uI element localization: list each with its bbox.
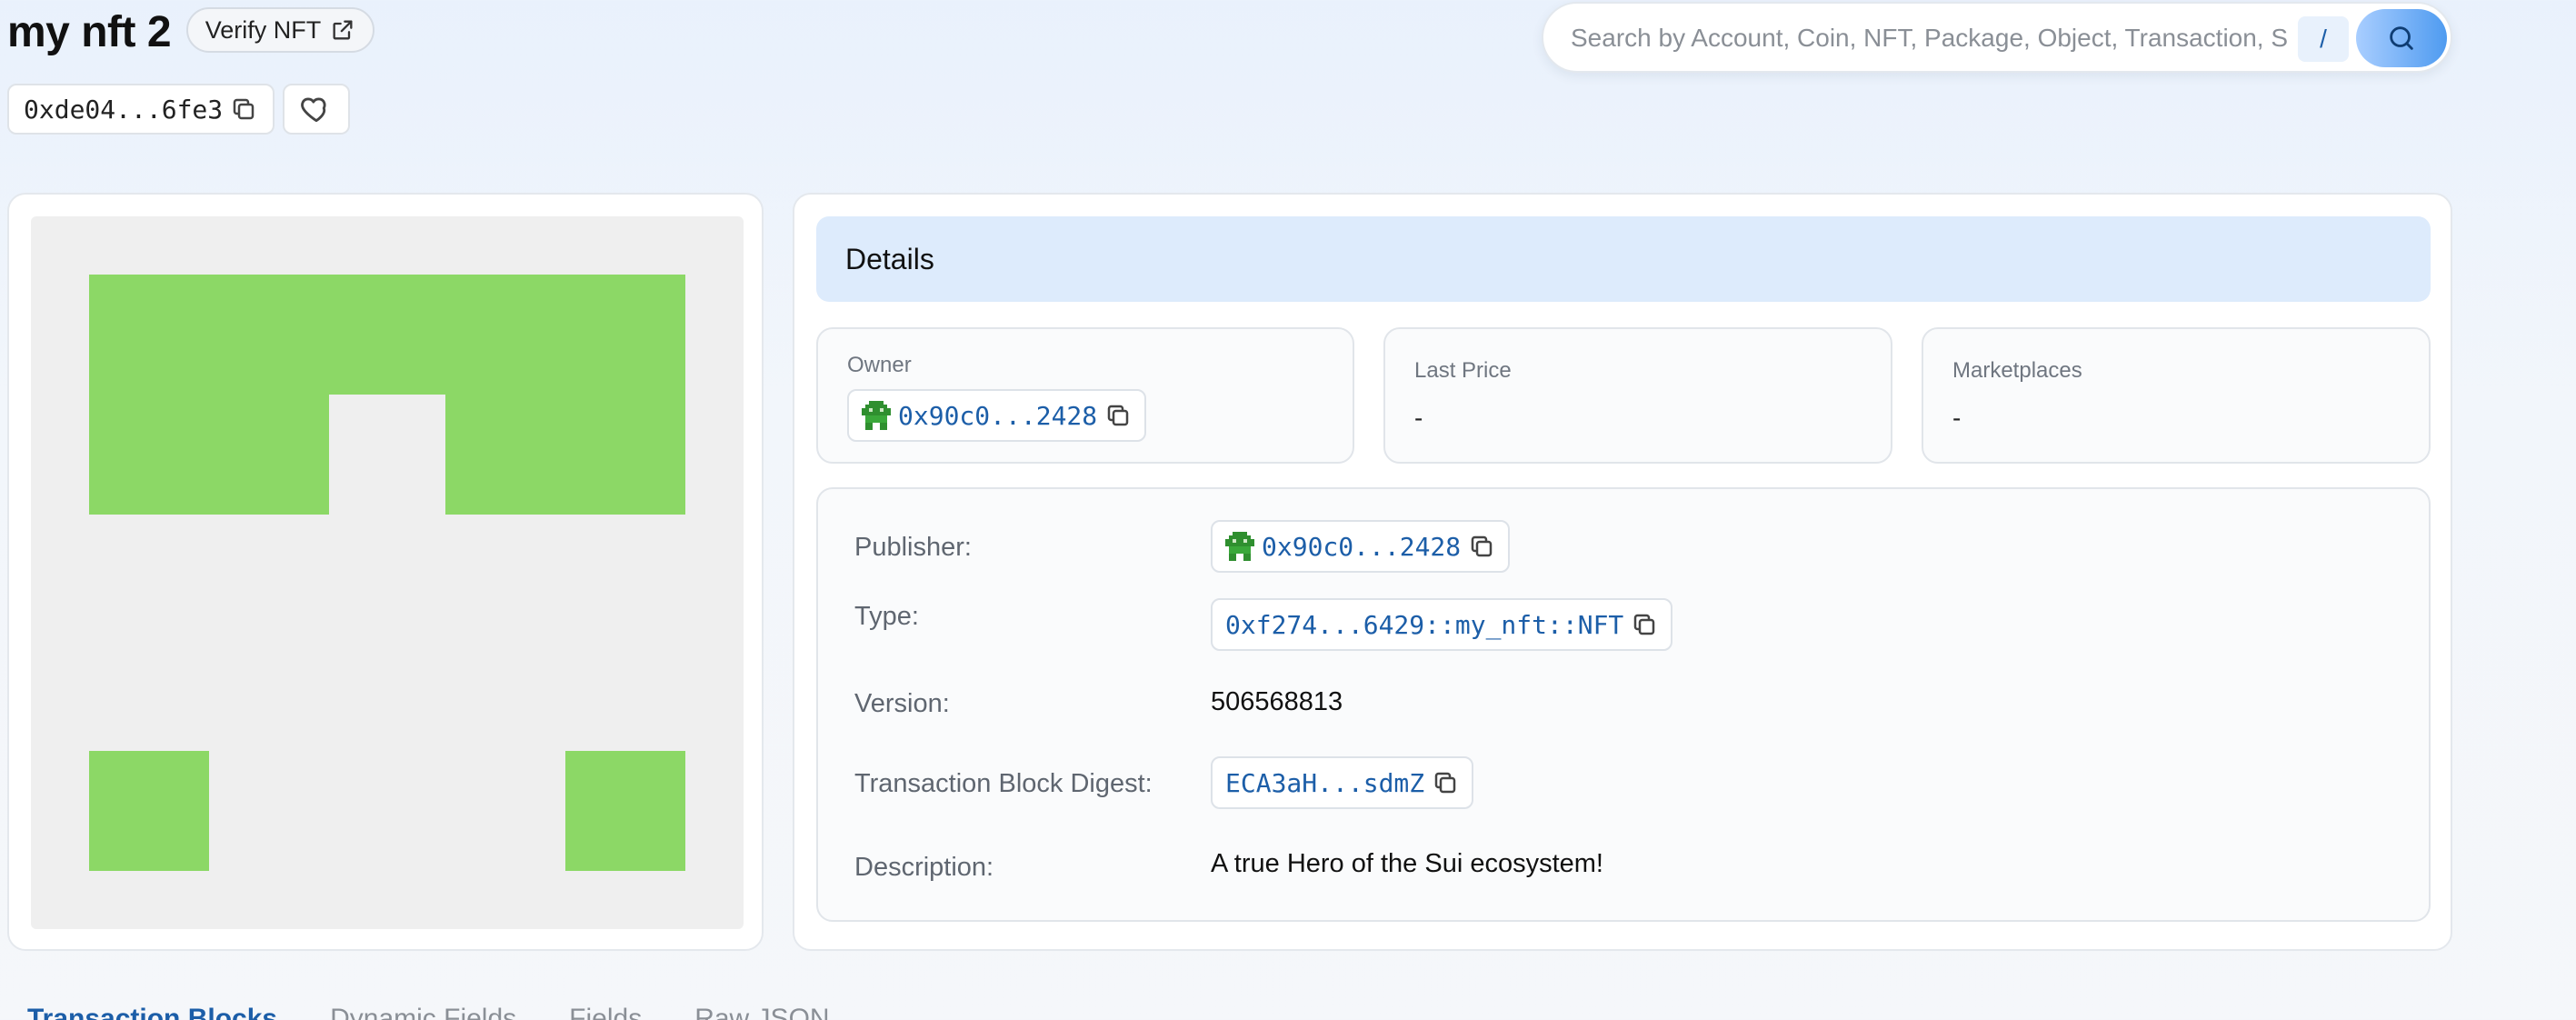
search-shortcut-key: / bbox=[2298, 16, 2349, 62]
copy-icon[interactable] bbox=[230, 95, 257, 123]
verify-nft-label: Verify NFT bbox=[205, 15, 322, 44]
owner-address-chip[interactable]: 0x90c0...2428 bbox=[847, 389, 1147, 442]
description-value: A true Hero of the Sui ecosystem! bbox=[1211, 849, 1603, 878]
object-tabs: Transaction Blocks Dynamic Fields Fields… bbox=[27, 1004, 830, 1020]
search-button[interactable] bbox=[2356, 9, 2447, 67]
nft-pixel-block bbox=[565, 751, 685, 871]
nft-image-card bbox=[7, 193, 764, 951]
tab-fields[interactable]: Fields bbox=[569, 1004, 642, 1020]
search-input[interactable] bbox=[1571, 20, 2289, 56]
external-link-icon bbox=[333, 20, 353, 40]
nft-pixel-block bbox=[89, 275, 685, 395]
type-chip[interactable]: 0xf274...6429::my_nft::NFT bbox=[1211, 598, 1673, 651]
digest-value: ECA3aH...sdmZ bbox=[1225, 767, 1425, 798]
last-price-label: Last Price bbox=[1414, 358, 1512, 383]
verify-nft-button[interactable]: Verify NFT bbox=[186, 7, 374, 53]
owner-label: Owner bbox=[847, 353, 912, 377]
copy-icon[interactable] bbox=[1432, 769, 1459, 796]
publisher-address: 0x90c0...2428 bbox=[1262, 531, 1462, 562]
version-value: 506568813 bbox=[1211, 687, 1343, 716]
marketplaces-value: - bbox=[1952, 404, 1962, 432]
description-label: Description: bbox=[854, 853, 994, 882]
copy-icon[interactable] bbox=[1468, 533, 1495, 560]
object-address-chip[interactable]: 0xde04...6fe3 bbox=[7, 84, 275, 135]
avatar-icon bbox=[862, 401, 891, 430]
tab-transaction-blocks[interactable]: Transaction Blocks bbox=[27, 1004, 277, 1020]
marketplaces-box: Marketplaces - bbox=[1922, 327, 2431, 464]
type-value: 0xf274...6429::my_nft::NFT bbox=[1225, 609, 1624, 640]
object-info-box: Publisher: 0x90c0...2428 Type: 0xf274...… bbox=[816, 487, 2431, 922]
favorite-button[interactable] bbox=[283, 84, 350, 135]
copy-icon[interactable] bbox=[1631, 611, 1658, 638]
last-price-box: Last Price - bbox=[1383, 327, 1892, 464]
details-card: Details Owner 0x90c0...2428 Last Price -… bbox=[793, 193, 2452, 951]
nft-pixel-block bbox=[445, 395, 685, 515]
page-title: my nft 2 bbox=[7, 8, 172, 56]
nft-image[interactable] bbox=[31, 216, 744, 929]
search-icon bbox=[2390, 26, 2413, 50]
version-label: Version: bbox=[854, 689, 950, 718]
tab-raw-json[interactable]: Raw JSON bbox=[694, 1004, 829, 1020]
search-bar: / bbox=[1542, 2, 2452, 73]
tab-dynamic-fields[interactable]: Dynamic Fields bbox=[330, 1004, 516, 1020]
digest-label: Transaction Block Digest: bbox=[854, 769, 1153, 798]
publisher-address-chip[interactable]: 0x90c0...2428 bbox=[1211, 520, 1511, 573]
owner-box: Owner 0x90c0...2428 bbox=[816, 327, 1354, 464]
marketplaces-label: Marketplaces bbox=[1952, 358, 2082, 383]
owner-address: 0x90c0...2428 bbox=[898, 400, 1098, 431]
last-price-value: - bbox=[1414, 404, 1423, 432]
heart-icon bbox=[301, 97, 326, 123]
type-label: Type: bbox=[854, 602, 919, 631]
details-heading: Details bbox=[816, 216, 2431, 302]
copy-icon[interactable] bbox=[1104, 402, 1132, 429]
digest-chip[interactable]: ECA3aH...sdmZ bbox=[1211, 756, 1474, 809]
publisher-label: Publisher: bbox=[854, 533, 972, 562]
nft-pixel-block bbox=[89, 395, 329, 515]
avatar-icon bbox=[1225, 532, 1254, 561]
object-address: 0xde04...6fe3 bbox=[24, 94, 224, 125]
nft-pixel-block bbox=[89, 751, 209, 871]
